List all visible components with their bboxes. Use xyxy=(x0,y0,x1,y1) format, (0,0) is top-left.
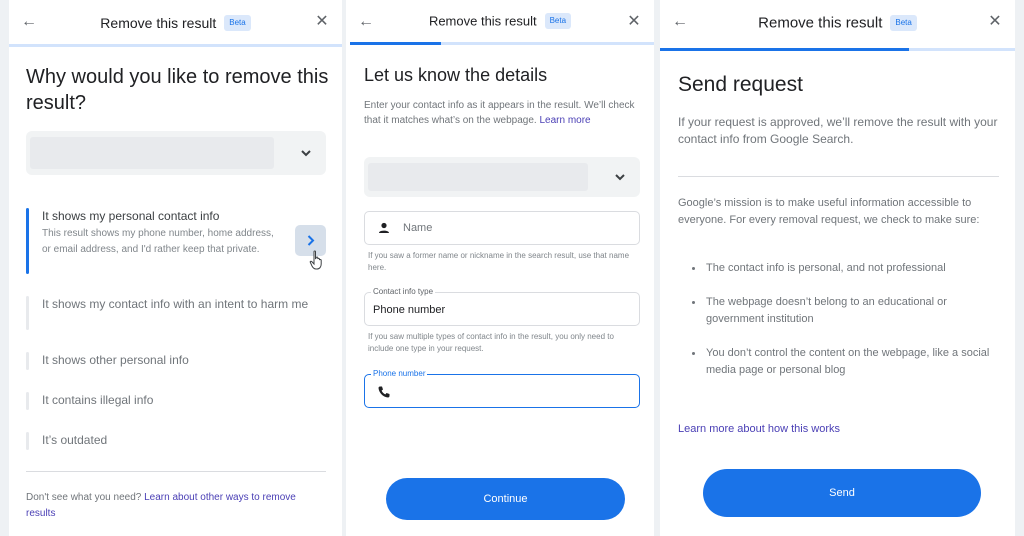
close-icon: ✕ xyxy=(315,13,329,30)
footer-text: Don't see what you need? xyxy=(26,492,142,503)
dialog-title: Remove this result xyxy=(100,14,217,31)
contact-type-helper-text: If you saw multiple types of contact inf… xyxy=(368,332,614,353)
beta-badge: Beta xyxy=(224,14,251,31)
reason-option[interactable]: It shows my contact info with an intent … xyxy=(26,296,326,330)
beta-badge: Beta xyxy=(890,14,917,31)
option-label: It shows my personal contact info xyxy=(42,209,220,223)
send-button[interactable]: Send xyxy=(703,469,981,517)
reason-option[interactable]: It’s outdated xyxy=(26,432,326,450)
progress-bar xyxy=(350,42,654,45)
option-label: It’s outdated xyxy=(42,433,108,447)
person-icon xyxy=(379,222,389,233)
dialog-title: Remove this result xyxy=(428,13,537,29)
option-indicator xyxy=(26,392,29,410)
chevron-down-icon xyxy=(615,174,625,181)
option-indicator xyxy=(26,352,29,370)
mission-text: Google’s mission is to make useful infor… xyxy=(678,197,980,226)
contact-type-field[interactable]: Contact info type Phone number xyxy=(364,287,640,326)
result-dropdown[interactable] xyxy=(26,131,326,175)
checks-list: The contact info is personal, and not pr… xyxy=(692,260,995,396)
reason-option[interactable]: It shows other personal info xyxy=(26,352,326,370)
divider xyxy=(678,176,999,177)
close-button[interactable]: ✕ xyxy=(312,12,332,32)
name-helper-text: If you saw a former name or nickname in … xyxy=(368,251,630,272)
check-item: You don’t control the content on the web… xyxy=(692,345,995,379)
beta-badge: Beta xyxy=(544,12,572,29)
phone-icon xyxy=(378,386,390,398)
reason-option[interactable]: It shows my personal contact info This r… xyxy=(26,208,326,274)
chevron-down-icon xyxy=(301,150,311,157)
reason-option[interactable]: It contains illegal info xyxy=(26,392,326,410)
send-request-panel: ← Remove this result Beta ✕ Send request … xyxy=(660,0,1015,536)
dialog-header: ← Remove this result Beta ✕ xyxy=(660,0,1015,46)
check-item: The contact info is personal, and not pr… xyxy=(692,260,995,277)
name-field[interactable]: Name xyxy=(364,211,640,245)
phone-number-label: Phone number xyxy=(371,369,428,379)
option-indicator xyxy=(26,208,29,274)
progress-bar xyxy=(660,48,1015,51)
learn-more-link[interactable]: Learn more about how this works xyxy=(678,423,840,435)
intro-text: Enter your contact info as it appears in… xyxy=(364,100,635,126)
continue-button[interactable]: Continue xyxy=(386,478,625,520)
hand-cursor-icon xyxy=(309,250,322,270)
option-label: It shows my contact info with an intent … xyxy=(42,297,309,311)
footer-help: Don't see what you need? Learn about oth… xyxy=(26,490,306,522)
progress-fill xyxy=(660,48,909,51)
dropdown-value xyxy=(368,163,588,191)
contact-type-label: Contact info type xyxy=(371,287,436,297)
page-heading: Send request xyxy=(678,73,803,96)
details-panel: ← Remove this result Beta ✕ Let us know t… xyxy=(346,0,654,536)
close-button[interactable]: ✕ xyxy=(624,12,644,32)
option-indicator xyxy=(26,296,29,330)
dialog-title: Remove this result xyxy=(758,14,883,32)
name-placeholder: Name xyxy=(403,222,433,234)
page-heading: Let us know the details xyxy=(364,65,548,85)
phone-number-field[interactable]: Phone number xyxy=(364,369,640,408)
option-label: It contains illegal info xyxy=(42,393,154,407)
divider xyxy=(26,471,326,472)
dialog-header: ← Remove this result Beta ✕ xyxy=(9,0,342,46)
progress-bar xyxy=(9,44,342,47)
progress-fill xyxy=(350,42,442,45)
close-button[interactable]: ✕ xyxy=(985,12,1005,32)
check-item: The webpage doesn’t belong to an educati… xyxy=(692,294,995,328)
contact-type-value: Phone number xyxy=(373,304,446,316)
contact-dropdown[interactable] xyxy=(364,157,640,197)
close-icon: ✕ xyxy=(988,13,1002,30)
option-description: This result shows my phone number, home … xyxy=(42,228,274,255)
dropdown-value xyxy=(30,137,274,169)
page-heading: Why would you like to remove this result… xyxy=(26,66,329,114)
learn-more-link[interactable]: Learn more xyxy=(539,115,590,126)
dialog-header: ← Remove this result Beta ✕ xyxy=(346,0,654,46)
intro-text: If your request is approved, we’ll remov… xyxy=(678,115,998,146)
close-icon: ✕ xyxy=(627,13,641,30)
reason-panel: ← Remove this result Beta ✕ Why would you… xyxy=(9,0,342,536)
option-label: It shows other personal info xyxy=(42,353,189,367)
option-indicator xyxy=(26,432,29,450)
